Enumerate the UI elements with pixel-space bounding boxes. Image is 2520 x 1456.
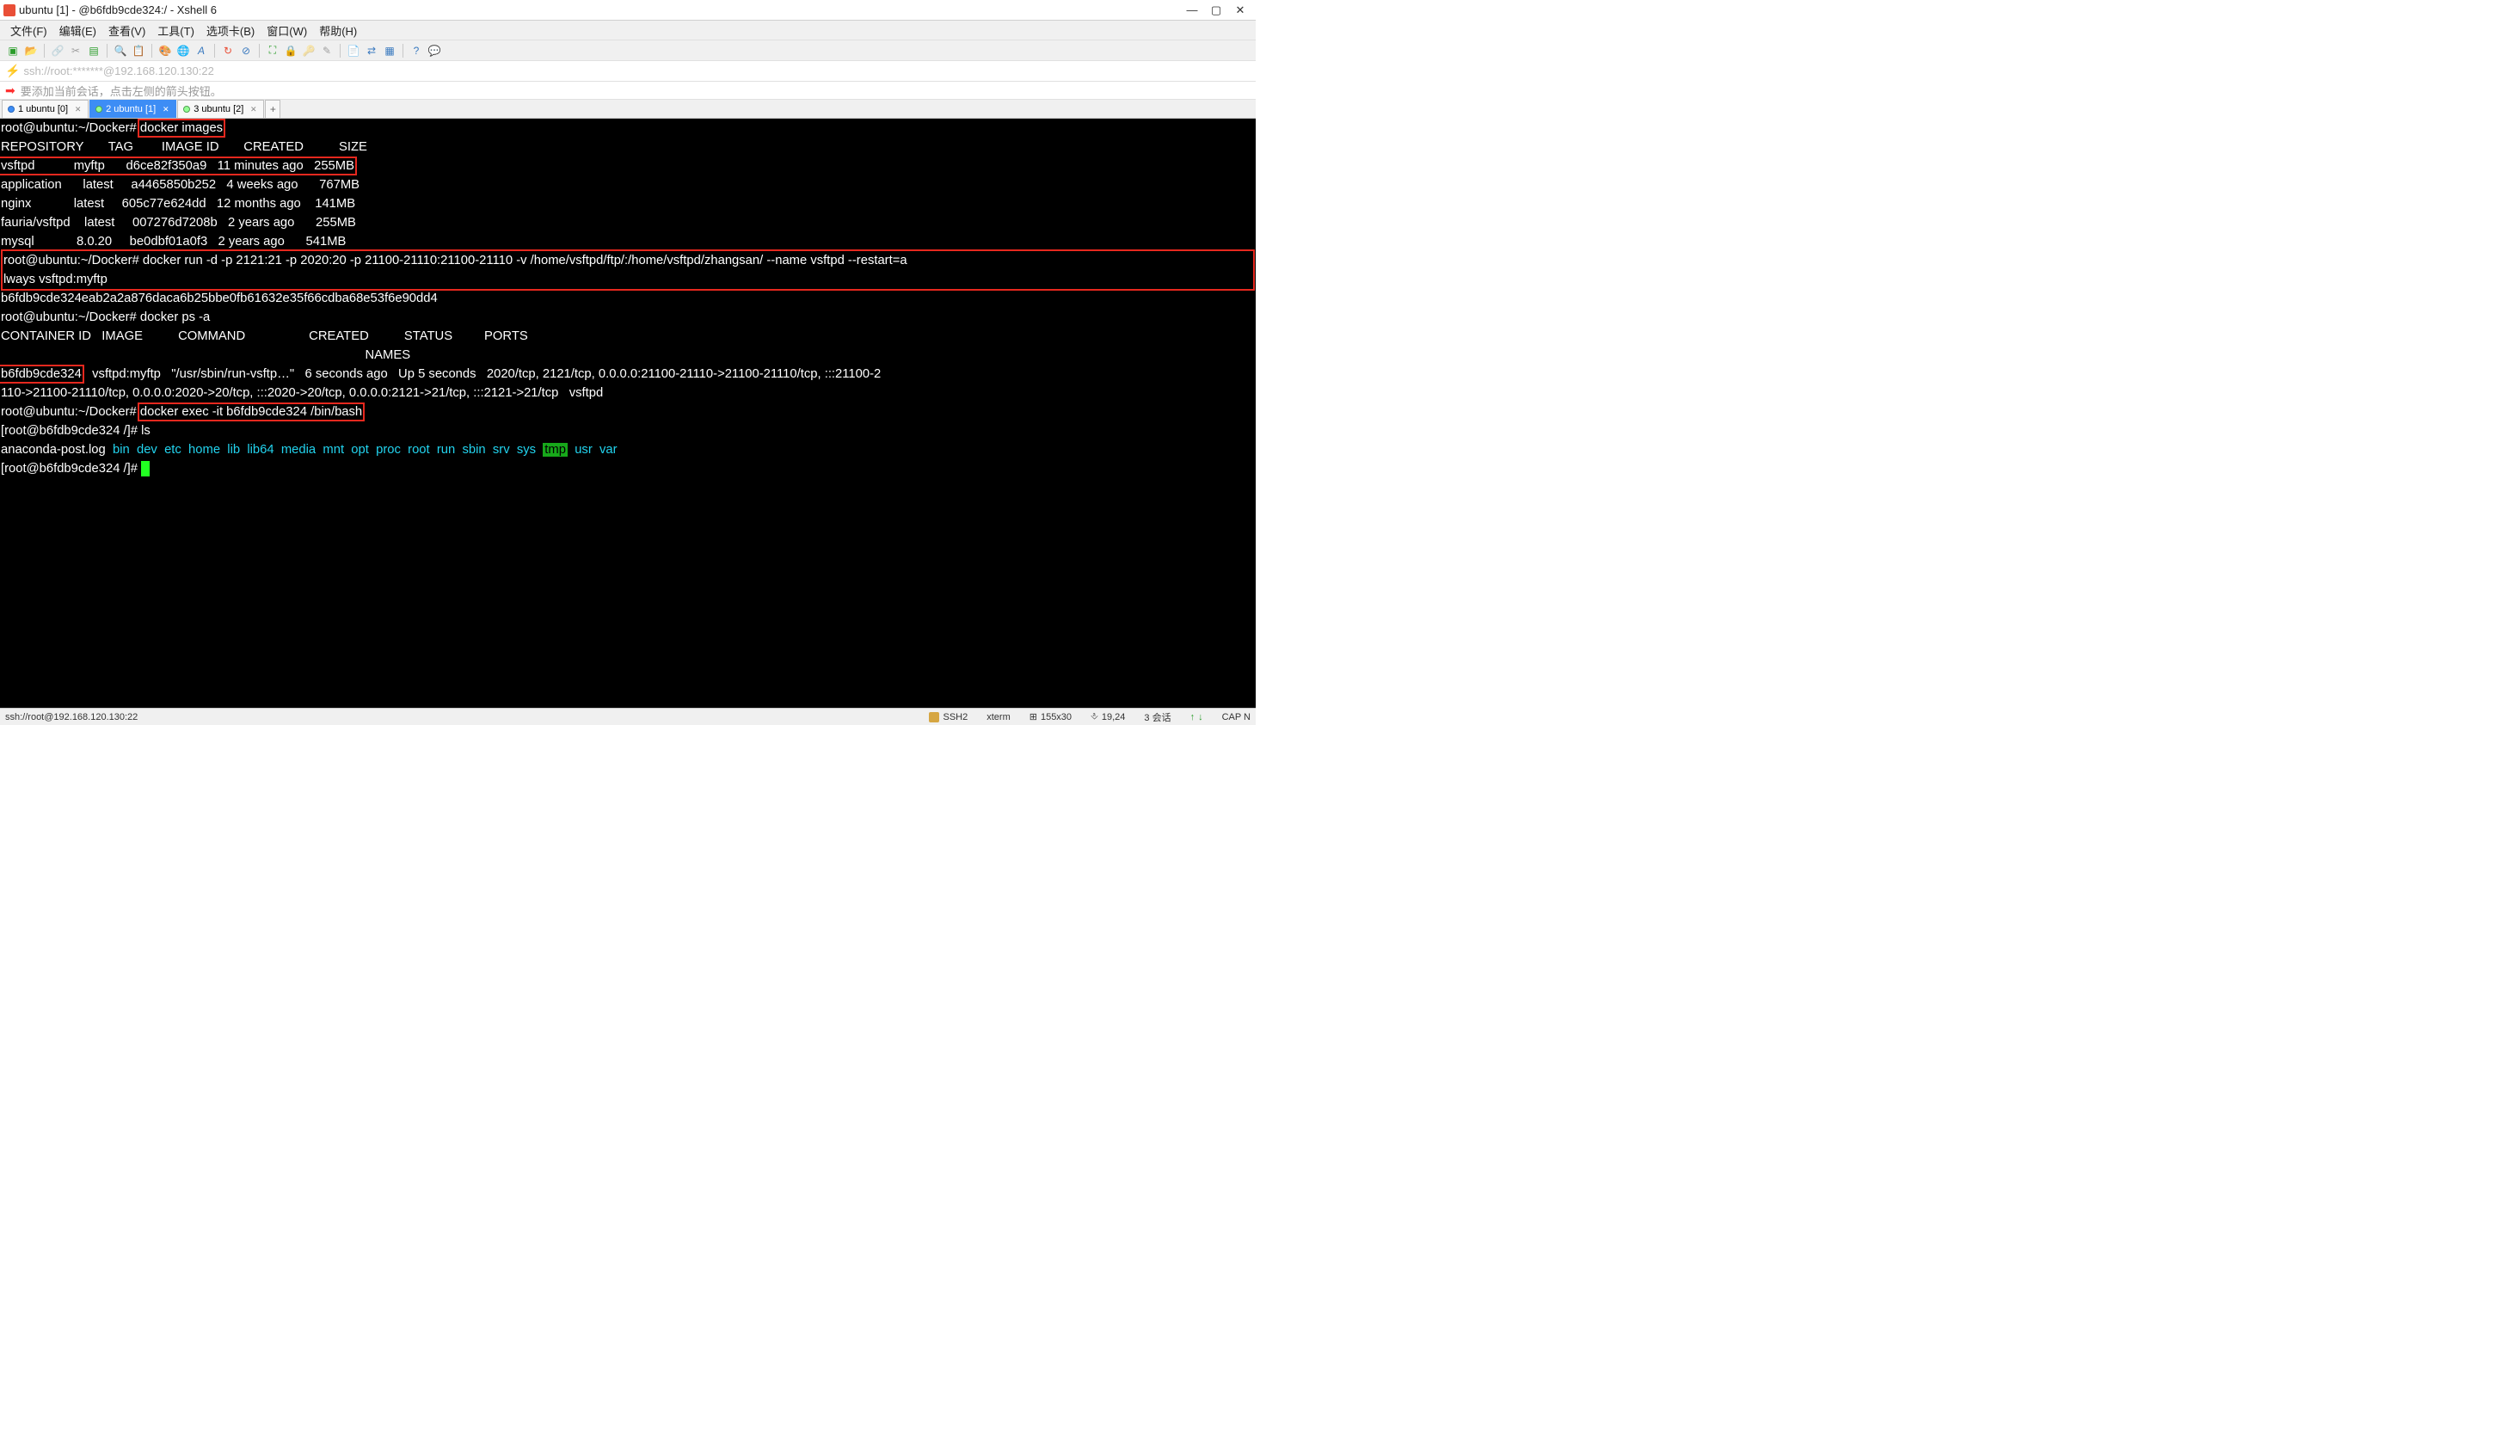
layout-icon[interactable]: ▦ (382, 43, 397, 58)
properties-icon[interactable]: ▤ (86, 43, 101, 58)
lock-icon (929, 712, 939, 722)
menu-help[interactable]: 帮助(H) (314, 22, 362, 40)
font-icon[interactable]: A (194, 43, 209, 58)
menu-file[interactable]: 文件(F) (5, 22, 52, 40)
tab-close-icon[interactable]: ✕ (73, 105, 83, 114)
refresh-icon[interactable]: ↻ (220, 43, 236, 58)
session-tab-2[interactable]: 3 ubuntu [2] ✕ (177, 100, 264, 118)
tab-label: 3 ubuntu [2] (194, 104, 243, 114)
open-session-icon[interactable]: 📂 (23, 43, 39, 58)
status-caps: CAP N (1222, 712, 1251, 722)
window-title: ubuntu [1] - @b6fdb9cde324:/ - Xshell 6 (19, 3, 1180, 16)
toolbar-separator (151, 44, 152, 58)
status-updown: ↑ ↓ (1190, 712, 1203, 722)
grid-icon: ⊞ (1030, 711, 1037, 722)
search-icon[interactable]: 🔍 (113, 43, 128, 58)
toolbar-separator (107, 44, 108, 58)
status-pos: ⎀ 19,24 (1091, 711, 1125, 722)
tab-status-icon (8, 106, 15, 113)
status-sessions: 3 会话 (1144, 710, 1171, 724)
toolbar-separator (44, 44, 45, 58)
address-bar[interactable]: ⚡ ssh://root:*******@192.168.120.130:22 (0, 60, 1256, 81)
close-button[interactable]: ✕ (1228, 2, 1252, 19)
edit-icon: ✎ (319, 43, 335, 58)
tab-label: 2 ubuntu [1] (106, 104, 156, 114)
transfer-icon[interactable]: ⇄ (364, 43, 379, 58)
tab-label: 1 ubuntu [0] (18, 104, 68, 114)
status-address: ssh://root@192.168.120.130:22 (5, 712, 910, 722)
maximize-button[interactable]: ▢ (1204, 2, 1228, 19)
status-bar: ssh://root@192.168.120.130:22 SSH2 xterm… (0, 708, 1256, 725)
arrow-icon[interactable]: ➡ (5, 83, 15, 98)
menu-tabs[interactable]: 选项卡(B) (201, 22, 260, 40)
tab-strip: 1 ubuntu [0] ✕ 2 ubuntu [1] ✕ 3 ubuntu [… (0, 100, 1256, 119)
reconnect-icon: 🔗 (50, 43, 65, 58)
toolbar: ▣ 📂 🔗 ✂ ▤ 🔍 📋 🎨 🌐 A ↻ ⊘ ⛶ 🔒 🔑 ✎ 📄 ⇄ ▦ ? … (0, 40, 1256, 60)
plug-icon: ⚡ (5, 64, 20, 78)
tab-close-icon[interactable]: ✕ (249, 105, 258, 114)
globe-icon[interactable]: 🌐 (175, 43, 191, 58)
toolbar-separator (214, 44, 215, 58)
key-icon: 🔑 (301, 43, 317, 58)
status-ssh: SSH2 (929, 712, 968, 722)
terminal[interactable]: root@ubuntu:~/Docker# docker imagesREPOS… (0, 119, 1256, 708)
menu-window[interactable]: 窗口(W) (261, 22, 312, 40)
status-size: ⊞ 155x30 (1030, 711, 1072, 722)
color-icon[interactable]: 🎨 (157, 43, 173, 58)
cursor-icon: ⎀ (1091, 711, 1098, 722)
session-tab-1[interactable]: 2 ubuntu [1] ✕ (89, 100, 176, 118)
hint-bar: ➡ 要添加当前会话，点击左侧的箭头按钮。 (0, 81, 1256, 100)
address-text: ssh://root:*******@192.168.120.130:22 (23, 65, 213, 77)
new-file-icon[interactable]: 📄 (346, 43, 361, 58)
chat-icon[interactable]: 💬 (427, 43, 442, 58)
title-bar: ubuntu [1] - @b6fdb9cde324:/ - Xshell 6 … (0, 0, 1256, 21)
toolbar-separator (259, 44, 260, 58)
disconnect-icon: ✂ (68, 43, 83, 58)
lock-icon[interactable]: 🔒 (283, 43, 298, 58)
new-session-icon[interactable]: ▣ (5, 43, 21, 58)
tab-status-icon (95, 106, 102, 113)
tab-add-button[interactable]: + (265, 100, 280, 118)
menu-view[interactable]: 查看(V) (103, 22, 151, 40)
app-logo-icon (3, 4, 15, 16)
menu-tools[interactable]: 工具(T) (152, 22, 200, 40)
session-tab-0[interactable]: 1 ubuntu [0] ✕ (2, 100, 89, 118)
tab-status-icon (183, 106, 190, 113)
copy-icon[interactable]: 📋 (131, 43, 146, 58)
menu-edit[interactable]: 编辑(E) (54, 22, 101, 40)
status-term: xterm (986, 712, 1011, 722)
tab-close-icon[interactable]: ✕ (161, 105, 170, 114)
minimize-button[interactable]: — (1180, 2, 1204, 19)
toolbar-separator (340, 44, 341, 58)
fullscreen-icon[interactable]: ⛶ (265, 43, 280, 58)
menu-bar: 文件(F) 编辑(E) 查看(V) 工具(T) 选项卡(B) 窗口(W) 帮助(… (0, 21, 1256, 40)
help-icon[interactable]: ? (409, 43, 424, 58)
hint-text: 要添加当前会话，点击左侧的箭头按钮。 (21, 83, 222, 99)
stop-icon[interactable]: ⊘ (238, 43, 254, 58)
